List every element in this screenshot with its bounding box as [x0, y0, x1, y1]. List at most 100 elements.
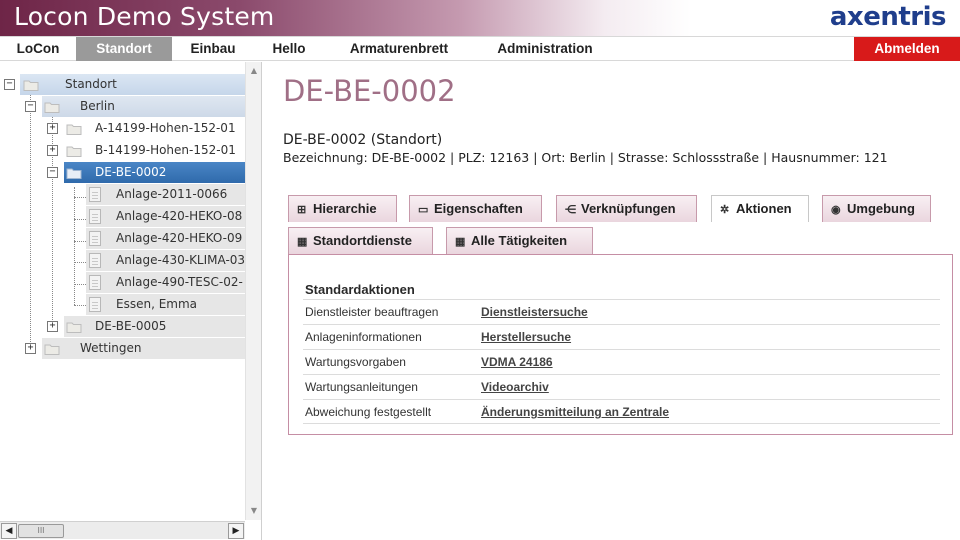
folder-icon	[66, 146, 82, 157]
folder-icon	[66, 124, 82, 135]
action-row: Dienstleister beauftragen Dienstleisters…	[303, 299, 940, 324]
action-link[interactable]: Herstellersuche	[481, 330, 571, 344]
tree-node-essen-emma[interactable]: Essen, Emma	[0, 294, 245, 315]
tree-node-anlage-420-heko-08[interactable]: Anlage-420-HEKO-08	[0, 206, 245, 227]
folder-icon	[44, 102, 60, 113]
tree-node-anlage-430-klima-03[interactable]: Anlage-430-KLIMA-03	[0, 250, 245, 271]
tree-node-berlin[interactable]: − Berlin	[0, 96, 245, 117]
tree-node-anlage-420-heko-09[interactable]: Anlage-420-HEKO-09	[0, 228, 245, 249]
action-row: Wartungsanleitungen Videoarchiv	[303, 374, 940, 399]
nav-item-locon[interactable]: LoCon	[8, 37, 68, 61]
action-row: Abweichung festgestellt Änderungsmitteil…	[303, 399, 940, 424]
tree-node-label: Anlage-430-KLIMA-03	[116, 253, 245, 267]
tab-hierarchie[interactable]: ⊞ Hierarchie	[288, 195, 397, 222]
tree-vertical-scrollbar[interactable]: ▲ ▼	[245, 62, 261, 520]
tree-node-wettingen[interactable]: + Wettingen	[0, 338, 245, 359]
action-label: Dienstleister beauftragen	[305, 305, 439, 319]
tree-node-label: Anlage-420-HEKO-08	[116, 209, 243, 223]
nav-item-administration[interactable]: Administration	[482, 37, 608, 61]
axentris-logo[interactable]: axentris	[830, 2, 947, 32]
scroll-right-icon[interactable]: ▶	[228, 523, 244, 539]
tab-alle-taetigkeiten[interactable]: ▦ Alle Tätigkeiten	[446, 227, 593, 254]
document-icon	[89, 297, 101, 312]
folder-icon	[66, 322, 82, 333]
tree-node-a-14199[interactable]: + A-14199-Hohen-152-01	[0, 118, 245, 139]
tree-node-de-be-0002[interactable]: − DE-BE-0002	[0, 162, 245, 183]
node-highlight	[20, 74, 245, 95]
tree-node-standort[interactable]: − Standort	[0, 74, 245, 95]
nav-item-einbau[interactable]: Einbau	[180, 37, 246, 61]
action-label: Wartungsvorgaben	[305, 355, 406, 369]
action-link[interactable]: Videoarchiv	[481, 380, 549, 394]
action-link[interactable]: Dienstleistersuche	[481, 305, 588, 319]
app-header: Locon Demo System axentris	[0, 0, 960, 36]
tab-standortdienste[interactable]: ▦ Standortdienste	[288, 227, 433, 254]
document-icon	[89, 231, 101, 246]
tree-node-b-14199[interactable]: + B-14199-Hohen-152-01	[0, 140, 245, 161]
nav-item-armaturenbrett[interactable]: Armaturenbrett	[332, 37, 466, 61]
tree-node-anlage-490-tesc-02[interactable]: Anlage-490-TESC-02-	[0, 272, 245, 293]
gear-icon: ✲	[720, 204, 730, 216]
panel-title: Standardaktionen	[305, 282, 415, 297]
tab-aktionen[interactable]: ✲ Aktionen	[711, 195, 809, 222]
tab-label: Standortdienste	[313, 233, 412, 248]
tree-node-label: Essen, Emma	[116, 297, 198, 311]
tree-node-label: Anlage-420-HEKO-09	[116, 231, 243, 245]
expand-icon[interactable]: +	[47, 321, 58, 332]
tab-label: Hierarchie	[313, 201, 377, 216]
tree-node-label: Anlage-490-TESC-02-	[116, 275, 243, 289]
tab-label: Alle Tätigkeiten	[471, 233, 568, 248]
action-link[interactable]: VDMA 24186	[481, 355, 553, 369]
tab-eigenschaften[interactable]: ▭ Eigenschaften	[409, 195, 542, 222]
action-link[interactable]: Änderungsmitteilung an Zentrale	[481, 405, 669, 419]
tree-node-label: B-14199-Hohen-152-01	[95, 143, 236, 157]
tab-label: Eigenschaften	[434, 201, 523, 216]
action-row: Wartungsvorgaben VDMA 24186	[303, 349, 940, 374]
link-icon: ⋲	[565, 204, 576, 216]
tree-node-label: Berlin	[80, 99, 115, 113]
calendar-icon: ▦	[297, 236, 308, 248]
page-subtitle: DE-BE-0002 (Standort)	[283, 132, 443, 148]
actions-panel: Standardaktionen Dienstleister beauftrag…	[288, 254, 953, 435]
tab-label: Umgebung	[847, 201, 915, 216]
scroll-left-icon[interactable]: ◀	[1, 523, 17, 539]
nav-item-standort[interactable]: Standort	[76, 37, 172, 61]
tab-verknuepfungen[interactable]: ⋲ Verknüpfungen	[556, 195, 697, 222]
collapse-icon[interactable]: −	[47, 167, 58, 178]
scroll-up-icon[interactable]: ▲	[247, 64, 261, 78]
document-icon	[89, 187, 101, 202]
logout-button[interactable]: Abmelden	[854, 37, 960, 61]
action-label: Abweichung festgestellt	[305, 405, 432, 419]
expand-icon[interactable]: +	[25, 343, 36, 354]
nav-item-hello[interactable]: Hello	[262, 37, 316, 61]
node-highlight	[42, 338, 245, 359]
folder-icon	[66, 168, 82, 179]
action-label: Wartungsanleitungen	[305, 380, 418, 394]
tree-pane: − Standort − Berlin + A-14199-Hohen-152-…	[0, 62, 262, 540]
document-icon	[89, 209, 101, 224]
scroll-down-icon[interactable]: ▼	[247, 504, 261, 518]
hierarchy-icon: ⊞	[297, 204, 307, 216]
location-tree: − Standort − Berlin + A-14199-Hohen-152-…	[0, 62, 245, 520]
tree-node-anlage-2011-0066[interactable]: Anlage-2011-0066	[0, 184, 245, 205]
main-content: DE-BE-0002 DE-BE-0002 (Standort) Bezeich…	[262, 62, 960, 540]
collapse-icon[interactable]: −	[4, 79, 15, 90]
tree-node-label: Standort	[65, 77, 117, 91]
main-nav: LoCon Standort Einbau Hello Armaturenbre…	[0, 36, 960, 61]
tree-node-label: Anlage-2011-0066	[116, 187, 228, 201]
target-icon: ◉	[831, 204, 841, 216]
folder-icon	[44, 344, 60, 355]
tree-horizontal-scrollbar[interactable]: ◀ III ▶	[0, 521, 245, 539]
node-highlight	[42, 96, 245, 117]
expand-icon[interactable]: +	[47, 123, 58, 134]
action-label: Anlageninformationen	[305, 330, 422, 344]
collapse-icon[interactable]: −	[25, 101, 36, 112]
expand-icon[interactable]: +	[47, 145, 58, 156]
document-icon	[89, 253, 101, 268]
folder-icon: ▭	[418, 204, 429, 216]
tree-node-label: DE-BE-0005	[95, 319, 167, 333]
tab-umgebung[interactable]: ◉ Umgebung	[822, 195, 931, 222]
tree-node-label: DE-BE-0002	[95, 165, 167, 179]
tree-node-de-be-0005[interactable]: + DE-BE-0005	[0, 316, 245, 337]
scroll-thumb[interactable]: III	[18, 524, 64, 538]
